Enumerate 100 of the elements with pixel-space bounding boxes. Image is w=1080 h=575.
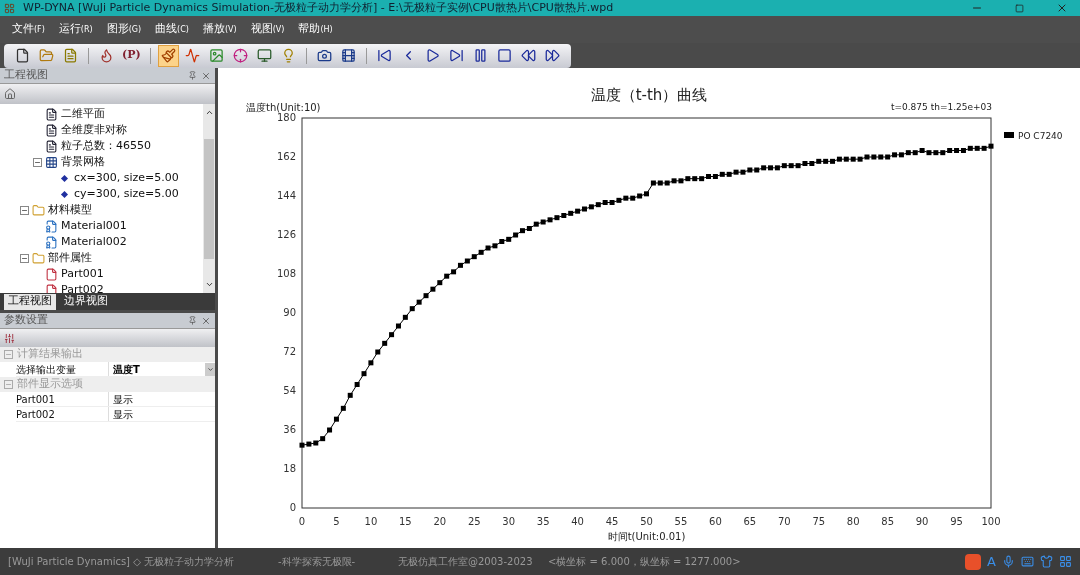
tree-item[interactable]: Material002: [61, 233, 127, 251]
restore-icon[interactable]: [1015, 3, 1024, 13]
y-tick-label: 18: [283, 463, 296, 474]
data-point: [382, 340, 388, 346]
x-tick-label: 45: [605, 516, 619, 527]
collapse-toggle[interactable]: [4, 380, 13, 389]
pause-icon: [472, 48, 488, 63]
x-tick-label: 25: [467, 516, 481, 527]
app-icon: [4, 2, 15, 14]
menu-item[interactable]: 文件(F): [12, 21, 45, 38]
close-icon[interactable]: [201, 315, 211, 326]
material-icon: [45, 235, 58, 249]
pin-icon[interactable]: [188, 316, 197, 325]
tree-item[interactable]: 材料模型: [48, 201, 92, 219]
tree-item[interactable]: 部件属性: [48, 249, 92, 267]
new-file-icon: [15, 48, 30, 63]
data-point: [402, 314, 408, 320]
window-title: WP-DYNA [WuJi Particle Dynamics Simulation-无极粒子动力学分析] - E:\无极粒子实例\CPU散热片\CPU散热片.wpd: [23, 0, 615, 16]
x-tick-label: 85: [881, 516, 894, 527]
tree-item[interactable]: 粒子总数：46550: [61, 137, 151, 155]
data-point: [361, 371, 367, 377]
chart-title: 温度（t-th）曲线: [590, 86, 708, 104]
menu-item[interactable]: 图形(G): [106, 21, 142, 38]
rewind-icon: [520, 48, 536, 63]
folder-icon: [32, 203, 45, 217]
collapse-toggle[interactable]: [20, 253, 29, 263]
data-point: [375, 349, 381, 355]
x-tick-label: 95: [950, 516, 963, 527]
tree-item[interactable]: Material001: [61, 217, 127, 235]
skip-forward-icon: [448, 48, 464, 63]
x-tick-label: 30: [502, 516, 516, 527]
menu-item[interactable]: 视图(V): [250, 21, 285, 38]
flame-icon: [99, 48, 114, 63]
tree-item[interactable]: Part002: [61, 281, 104, 293]
data-point: [354, 382, 360, 387]
home-icon[interactable]: [4, 88, 16, 100]
film-icon: [340, 48, 356, 63]
y-tick-label: 144: [276, 190, 296, 201]
microphone-icon[interactable]: [1002, 555, 1015, 568]
x-tick-label: 0: [298, 516, 306, 527]
data-point: [368, 360, 374, 366]
tree-item[interactable]: 背景网格: [61, 153, 105, 171]
pane-title: 工程视图: [4, 67, 49, 84]
data-point: [340, 405, 346, 411]
property-name: Part002: [16, 407, 56, 421]
x-tick-label: 35: [536, 516, 550, 527]
tree-item[interactable]: cx=300, size=5.00: [74, 169, 179, 187]
tree-item[interactable]: Part001: [61, 265, 104, 283]
tree-item[interactable]: cy=300, size=5.00: [74, 185, 179, 203]
property-dropdown[interactable]: 温度T: [108, 362, 215, 376]
minus-icon: [5, 351, 12, 358]
pin-icon[interactable]: [188, 71, 197, 80]
y-tick-label: 54: [283, 385, 296, 396]
data-point: [389, 332, 395, 338]
tree-item[interactable]: 二维平面: [61, 105, 105, 123]
close-icon[interactable]: [201, 70, 211, 81]
monitor-icon: [256, 48, 272, 63]
collapse-toggle[interactable]: [4, 350, 13, 359]
toolbar-button[interactable]: [157, 44, 179, 67]
status-text: <横坐标 = 6.000，纵坐标 = 1277.000>: [547, 555, 742, 569]
data-point: [333, 416, 339, 422]
fast-forward-icon: [544, 48, 560, 63]
skip-back-icon: [376, 48, 392, 63]
x-tick-label: 20: [433, 516, 447, 527]
y-tick-label: 180: [276, 112, 296, 123]
close-icon[interactable]: [1056, 2, 1068, 14]
data-point: [347, 392, 353, 398]
document-icon: [63, 48, 78, 63]
menu-item[interactable]: 曲线(C): [155, 21, 189, 38]
x-tick-label: 40: [571, 516, 584, 527]
menu-item[interactable]: 帮助(H): [298, 21, 333, 38]
keyboard-icon[interactable]: [1021, 555, 1034, 568]
toolbar-button[interactable]: (P): [120, 44, 143, 67]
property-name: 选择输出变量: [16, 362, 77, 376]
status-text: 无极仿真工作室@2003-2023: [397, 555, 534, 569]
open-folder-icon: [39, 48, 54, 63]
part-icon: [45, 283, 58, 293]
x-tick-label: 5: [333, 516, 340, 527]
scrollbar[interactable]: [203, 104, 215, 293]
menu-item[interactable]: 播放(V): [202, 21, 237, 38]
shirt-icon[interactable]: [1040, 555, 1053, 568]
collapse-toggle[interactable]: [33, 157, 42, 167]
status-text: [WuJi Particle Dynamics] ◇ 无极粒子动力学分析: [7, 555, 236, 569]
tree-item[interactable]: 全维度非对称: [61, 121, 127, 139]
play-icon: [424, 48, 440, 63]
doc-icon: [45, 139, 58, 153]
x-tick-label: 60: [709, 516, 722, 527]
y-tick-label: 126: [276, 229, 296, 240]
properties-icon[interactable]: [4, 332, 15, 344]
y-tick-label: 36: [283, 424, 296, 435]
pane-tab[interactable]: 边界视图: [60, 293, 112, 310]
collapse-toggle[interactable]: [20, 205, 29, 215]
grid-icon[interactable]: [1059, 555, 1072, 568]
scroll-up-icon[interactable]: [204, 108, 214, 117]
menu-item[interactable]: 运行(R): [58, 21, 93, 38]
pane-tab[interactable]: 工程视图: [4, 293, 56, 310]
material-icon: [45, 219, 58, 233]
scroll-down-icon[interactable]: [204, 280, 214, 289]
x-tick-label: 90: [915, 516, 929, 527]
pane-title: 参数设置: [4, 312, 49, 329]
